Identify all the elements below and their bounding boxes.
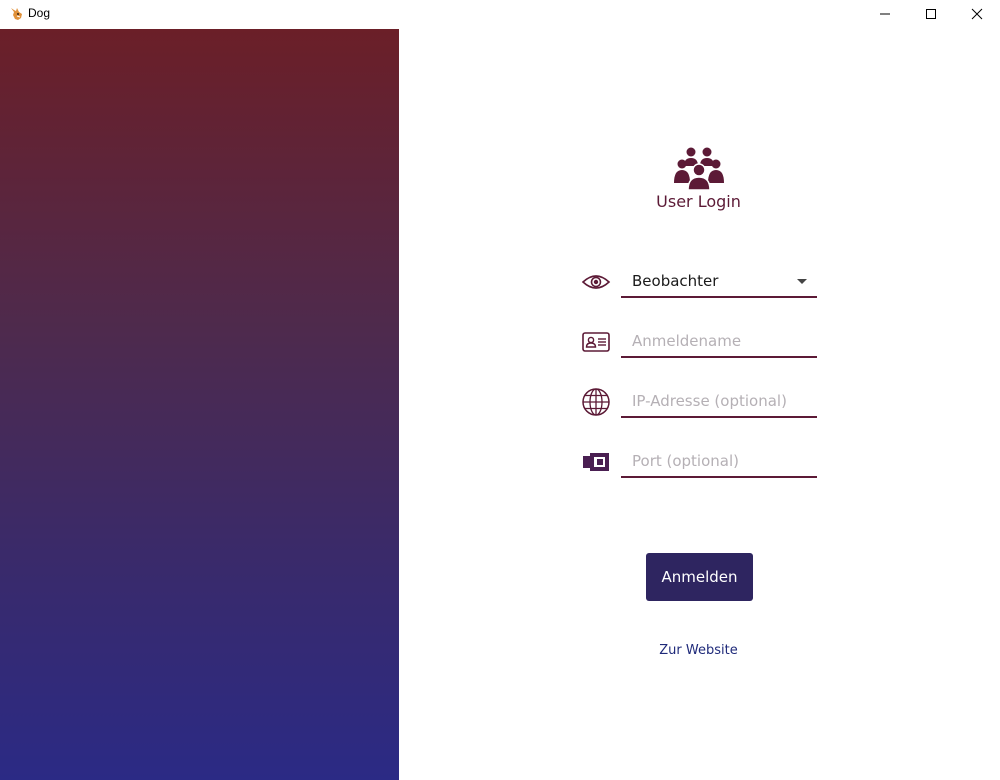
ip-address-placeholder: IP-Adresse (optional) [632,392,787,410]
title-bar[interactable]: Dog [0,0,1000,29]
username-placeholder: Anmeldename [632,332,742,350]
login-title: User Login [656,192,741,211]
username-input[interactable]: Anmeldename [621,326,817,358]
port-placeholder: Port (optional) [632,452,739,470]
role-selected-value: Beobachter [632,272,719,290]
username-field-row: Anmeldename [580,326,820,366]
id-card-icon [580,326,612,358]
ip-address-input[interactable]: IP-Adresse (optional) [621,386,817,418]
ip-field-row: IP-Adresse (optional) [580,386,820,426]
login-button[interactable]: Anmelden [646,553,753,601]
minimize-icon [879,5,891,24]
globe-icon [580,386,612,418]
app-window: Dog User Login Beobachter Anmeldename IP… [0,0,1000,780]
port-input[interactable]: Port (optional) [621,446,817,478]
role-dropdown[interactable]: Beobachter [621,266,817,298]
minimize-button[interactable] [862,0,908,29]
dog-icon [8,6,24,22]
users-group-icon [674,146,724,191]
port-field-row: Port (optional) [580,446,820,486]
decorative-gradient-panel [0,29,399,780]
close-button[interactable] [954,0,1000,29]
window-title: Dog [28,6,51,20]
ethernet-port-icon [580,446,612,478]
chevron-down-icon [797,279,807,284]
website-link[interactable]: Zur Website [600,643,797,658]
maximize-button[interactable] [908,0,954,29]
close-icon [971,5,983,24]
eye-icon [580,266,612,298]
role-field-row: Beobachter [580,266,820,306]
maximize-icon [925,5,937,24]
